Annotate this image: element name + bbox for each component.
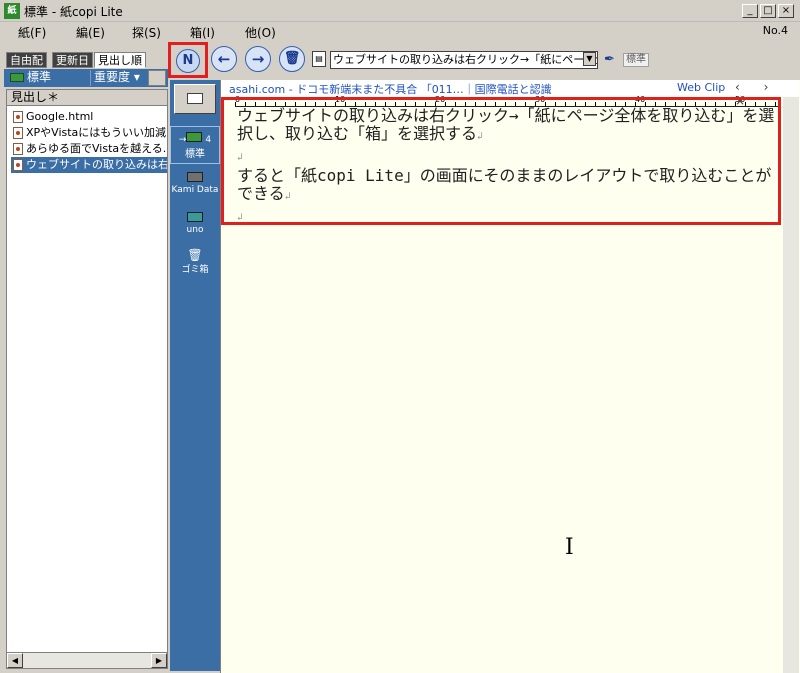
pen-icon[interactable]: ✒ xyxy=(604,52,615,67)
folder-up-button[interactable] xyxy=(148,70,166,86)
sort-dropdown[interactable]: 重要度 ▾ xyxy=(90,70,142,86)
style-selector[interactable]: 標準 xyxy=(623,53,649,67)
web-clip-label[interactable]: Web Clip xyxy=(677,81,725,94)
document-icon xyxy=(13,143,23,155)
menu-file[interactable]: 紙(F) xyxy=(18,24,46,41)
editor-area[interactable]: asahi.com - ドコモ新端末また不具合 「011…｜国際電話と認識 We… xyxy=(220,80,800,673)
tab-free-layout[interactable]: 自由配 xyxy=(6,52,47,68)
heading-list: 見出し＊ Google.html XPやVistaにはもういい加減 あらゆる面で… xyxy=(6,89,168,669)
eraser-icon xyxy=(187,93,203,104)
box-label: uno xyxy=(186,225,204,235)
document-icon xyxy=(13,111,23,123)
list-item[interactable]: XPやVistaにはもういい加減 xyxy=(11,125,167,141)
list-header[interactable]: 見出し＊ xyxy=(7,90,167,106)
new-paper-highlight: N xyxy=(168,42,208,78)
list-item[interactable]: あらゆる面でVistaを越える... xyxy=(11,141,167,157)
box-item-uno[interactable]: uno xyxy=(170,210,220,240)
menu-box[interactable]: 箱(I) xyxy=(190,24,215,41)
scroll-right-arrow-icon[interactable]: ▶ xyxy=(151,653,167,668)
clip-bar: asahi.com - ドコモ新端末また不具合 「011…｜国際電話と認識 We… xyxy=(221,80,799,108)
app-icon: 紙 xyxy=(4,3,20,19)
document-icon xyxy=(13,159,23,171)
list-item-selected[interactable]: ウェブサイトの取り込みは右 xyxy=(11,157,167,173)
title-bar: 紙 標準 - 紙copi Lite _ □ × xyxy=(0,0,800,22)
new-paper-button[interactable]: N xyxy=(176,49,200,73)
paper-icon: ▤ xyxy=(312,51,326,67)
scroll-left-arrow-icon[interactable]: ◀ xyxy=(7,653,23,668)
tray-icon xyxy=(10,73,24,82)
tab-heading-order[interactable]: 見出し順 xyxy=(94,52,146,68)
tray-icon xyxy=(186,132,203,142)
paper-title-field[interactable]: ウェブサイトの取り込みは右クリック→「紙にページ全体 xyxy=(330,51,598,69)
forward-button[interactable]: → xyxy=(245,46,271,72)
folder-select[interactable]: 標準 xyxy=(6,70,88,86)
trash-button[interactable]: 🗑 xyxy=(279,46,305,72)
trash-icon: 🗑 xyxy=(187,248,203,262)
clip-link[interactable]: asahi.com - ドコモ新端末また不具合 「011…｜国際電話と認識 xyxy=(229,81,559,97)
document-icon xyxy=(13,127,23,139)
maximize-button[interactable]: □ xyxy=(760,4,776,18)
box-label: ゴミ箱 xyxy=(181,265,209,275)
window-title: 標準 - 紙copi Lite xyxy=(24,5,123,19)
box-item-kami-data[interactable]: Kami Data xyxy=(170,170,220,200)
box-column: → 4 標準 Kami Data uno 🗑 ゴミ箱 xyxy=(170,80,220,671)
box-item-trash[interactable]: 🗑 ゴミ箱 xyxy=(170,248,220,278)
menu-search[interactable]: 探(S) xyxy=(132,24,161,41)
back-button[interactable]: ← xyxy=(211,46,237,72)
menu-edit[interactable]: 編(E) xyxy=(76,24,105,41)
text-cursor-icon: I xyxy=(565,535,574,560)
tray-icon xyxy=(187,172,203,182)
vertical-scrollbar[interactable] xyxy=(783,97,799,673)
text-highlight-frame xyxy=(221,97,781,225)
tray-icon xyxy=(187,212,203,222)
box-label: Kami Data xyxy=(171,185,219,195)
horizontal-scrollbar[interactable]: ◀ ▶ xyxy=(7,652,167,668)
box-item-standard[interactable]: → 4 標準 xyxy=(170,126,220,164)
close-button[interactable]: × xyxy=(778,4,794,18)
menu-bar: 紙(F) 編(E) 探(S) 箱(I) 他(O) No.4 xyxy=(0,22,800,40)
left-panel: 自由配 更新日 見出し順 標準 重要度 ▾ 見出し＊ Google.html X… xyxy=(2,42,168,671)
tab-updated-date[interactable]: 更新日 xyxy=(52,52,93,68)
menu-other[interactable]: 他(O) xyxy=(245,24,276,41)
folder-toolbar: 標準 重要度 ▾ xyxy=(4,69,168,87)
minimize-button[interactable]: _ xyxy=(742,4,758,18)
folder-label: 標準 xyxy=(27,70,52,84)
box-label: 標準 xyxy=(185,149,205,160)
title-dropdown-icon[interactable]: ▼ xyxy=(583,52,596,66)
new-box-button[interactable] xyxy=(174,84,216,114)
page-number: No.4 xyxy=(762,24,788,37)
list-item[interactable]: Google.html xyxy=(11,109,167,125)
